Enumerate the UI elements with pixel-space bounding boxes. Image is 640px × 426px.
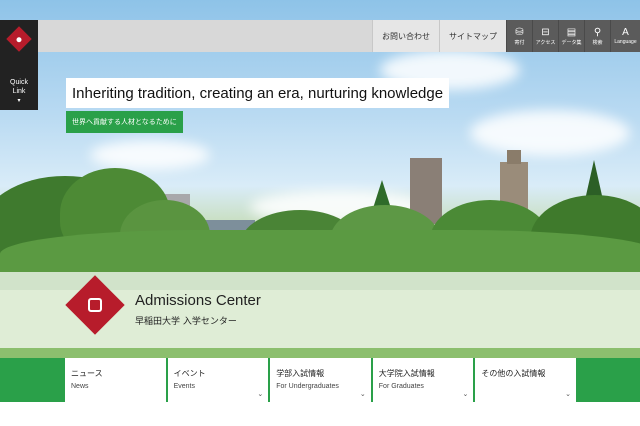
access-icon: ⊟ [541, 26, 550, 38]
nav-item-undergraduates[interactable]: 学部入試情報 For Undergraduates ⌄ [270, 358, 371, 402]
nav-label-jp: ニュース [71, 369, 103, 378]
access-label: アクセス [535, 39, 556, 46]
search-button[interactable]: ⚲ 検索 [584, 20, 610, 52]
language-button[interactable]: A Language [610, 20, 640, 52]
chevron-down-icon: ⌄ [462, 390, 469, 398]
nav-label-jp: その他の入試情報 [481, 369, 546, 378]
donation-button[interactable]: ⛁ 寄付 [506, 20, 532, 52]
nav-label-en: For Graduates [378, 383, 424, 390]
nav-item-other-admissions[interactable]: その他の入試情報 ⌄ [475, 358, 576, 402]
admissions-subtitle: 早稲田大学 入学センター [135, 317, 237, 327]
language-label: Language [614, 39, 637, 45]
chevron-down-icon: ⌄ [565, 390, 571, 398]
chevron-down-icon: ⌄ [359, 390, 366, 398]
nav-label-en: For Undergraduates [276, 383, 339, 390]
logo-panel: Quick Link ▾ [0, 20, 38, 110]
sitemap-link[interactable]: サイトマップ [439, 20, 506, 52]
quick-link-label-line2: Link [12, 88, 26, 95]
data-collection-button[interactable]: ▤ データ集 [558, 20, 584, 52]
nav-item-news[interactable]: ニュース News [65, 358, 166, 402]
contact-link[interactable]: お問い合わせ [372, 20, 439, 52]
nav-label-jp: 学部入試情報 [276, 369, 325, 378]
search-label: 検索 [592, 39, 603, 46]
top-utility-bar: お問い合わせ サイトマップ ⛁ 寄付 ⊟ アクセス ▤ データ集 ⚲ 検索 A … [38, 20, 640, 52]
chevron-down-icon: ⌄ [257, 390, 264, 398]
nav-item-events[interactable]: イベント Events ⌄ [167, 358, 269, 402]
hero-tagline: Inheriting tradition, creating an era, n… [66, 78, 450, 108]
nav-item-graduates[interactable]: 大学院入試情報 For Graduates ⌄ [372, 358, 474, 402]
donation-icon: ⛁ [515, 26, 524, 38]
data-collection-label: データ集 [561, 39, 582, 46]
data-collection-icon: ▤ [566, 26, 577, 38]
hero-sub-tagline: 世界へ貢献する人材となるために [66, 111, 183, 133]
nav-label-jp: イベント [173, 369, 206, 378]
search-icon: ⚲ [593, 26, 602, 38]
university-logo[interactable] [0, 20, 38, 58]
nav-label-en: Events [173, 383, 195, 390]
quick-link-label-line1: Quick [10, 79, 28, 86]
access-button[interactable]: ⊟ アクセス [532, 20, 558, 52]
main-nav: ニュース News イベント Events ⌄ 学部入試情報 For Under… [65, 358, 576, 402]
content-area-top [0, 402, 640, 426]
chevron-down-icon: ▾ [17, 98, 21, 104]
university-seal-icon [88, 298, 102, 312]
nav-label-jp: 大学院入試情報 [378, 369, 435, 378]
logo-diamond-icon [6, 26, 32, 52]
nav-label-en: News [71, 383, 89, 390]
admissions-title: Admissions Center [135, 292, 261, 309]
language-icon: A [622, 27, 629, 38]
donation-label: 寄付 [514, 39, 525, 46]
quick-link-button[interactable]: Quick Link ▾ [0, 78, 38, 106]
